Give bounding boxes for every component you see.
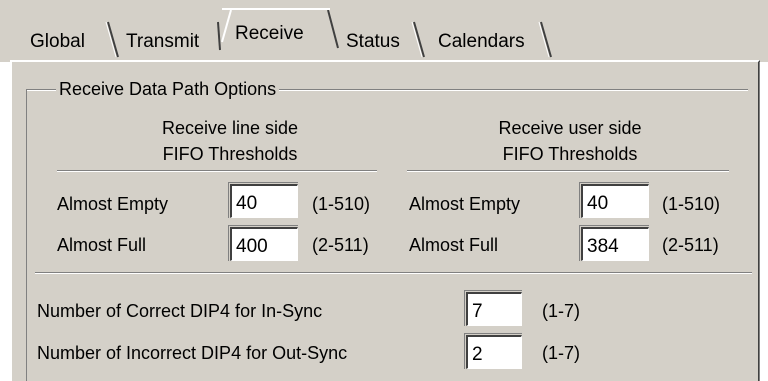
tab-calendars[interactable]: Calendars	[438, 31, 525, 53]
tab-calendars-label: Calendars	[438, 31, 525, 52]
line-side-heading-1: Receive line side	[161, 118, 299, 138]
line-almost-empty-range: (1-510)	[312, 194, 371, 214]
line-side-divider	[57, 170, 377, 172]
panel-edge	[759, 62, 760, 381]
line-almost-full-label: Almost Full	[57, 235, 147, 255]
tab-status[interactable]: Status	[346, 31, 400, 53]
user-almost-empty-range: (1-510)	[662, 194, 721, 214]
line-almost-full-range: (2-511)	[312, 235, 369, 255]
dip4-divider	[35, 272, 752, 274]
dip4-correct-range: (1-7)	[542, 301, 581, 321]
tab-receive-label: Receive	[235, 23, 304, 44]
user-almost-full-range: (2-511)	[662, 235, 719, 255]
dip4-correct-label: Number of Correct DIP4 for In-Sync	[37, 301, 323, 321]
tab-receive[interactable]: Receive	[235, 23, 304, 45]
user-side-divider	[407, 170, 729, 172]
user-almost-full-input[interactable]	[581, 227, 649, 261]
user-almost-full-label: Almost Full	[409, 235, 499, 255]
tab-strip: Global Transmit Receive Status Calendars	[0, 0, 768, 62]
dip4-incorrect-input[interactable]	[466, 335, 522, 369]
user-almost-empty-label: Almost Empty	[409, 194, 521, 214]
line-almost-full-input[interactable]	[230, 227, 298, 261]
tab-status-label: Status	[346, 31, 400, 52]
user-side-heading-2: FIFO Thresholds	[502, 144, 638, 164]
line-almost-empty-input[interactable]	[230, 184, 298, 218]
dip4-correct-input[interactable]	[466, 292, 522, 326]
line-almost-empty-label: Almost Empty	[57, 194, 169, 214]
dip4-incorrect-range: (1-7)	[542, 343, 581, 363]
receive-options-dialog: Global Transmit Receive Status Calendars	[0, 0, 768, 381]
user-side-heading-1: Receive user side	[498, 118, 642, 138]
line-side-heading-2: FIFO Thresholds	[162, 144, 298, 164]
dip4-incorrect-label: Number of Incorrect DIP4 for Out-Sync	[37, 343, 348, 363]
user-almost-empty-input[interactable]	[581, 184, 649, 218]
tab-transmit[interactable]: Transmit	[126, 31, 199, 53]
group-title: Receive Data Path Options	[56, 78, 280, 100]
tab-transmit-label: Transmit	[126, 31, 200, 52]
